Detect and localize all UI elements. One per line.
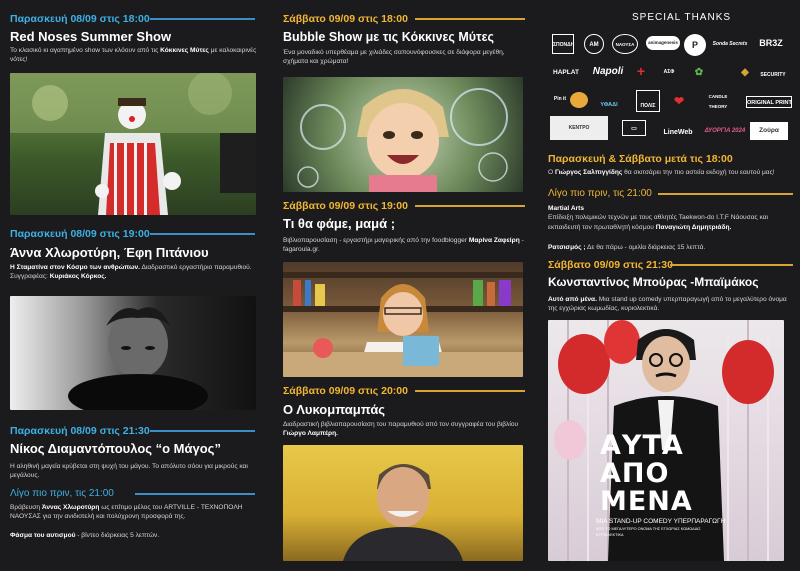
sponsor-logo: ΑΜ — [584, 34, 604, 54]
event-date: Σάββατο 09/09 στις 18:00 — [283, 13, 408, 25]
boy-photo — [10, 296, 256, 410]
sponsor-logo: Napoli — [592, 66, 624, 77]
event-date: Παρασκευή 08/09 στις 18:00 — [10, 13, 150, 25]
event-description: Η αληθινή μαγεία κρύβεται στη ψυχή του μ… — [10, 463, 248, 480]
event-description: Βιβλιοπαρουσίαση - εργαστήρι μαγειρικής … — [283, 237, 524, 254]
sponsor-logo: ΥΦΑΔΙ — [600, 102, 618, 108]
event-description: Η Σταματίνα στον Κόσμο των ανθρώπων. Δια… — [10, 264, 252, 281]
poster-title-line: ΑΠΟ — [600, 458, 670, 489]
special-thanks-heading: SPECIAL THANKS — [632, 12, 732, 23]
sponsor-logo: animagenesis — [646, 36, 680, 50]
divider — [415, 390, 525, 392]
divider — [658, 193, 793, 195]
event-date: Παρασκευή & Σάββατο μετά τις 18:00 — [548, 153, 733, 165]
sponsor-logo: ΔΥΟΡΓΙΑ 2024 — [704, 128, 746, 134]
sponsor-logo: ❤ — [673, 94, 685, 108]
poster-title-line: ΑΥΤΑ — [600, 430, 684, 461]
cooking-photo — [283, 262, 523, 377]
event-title: Ο Λυκομπαμπάς — [283, 402, 386, 417]
poster-subtitle: ΚΥΡΙΟΛΕΚΤΙΚΑ — [596, 533, 624, 537]
clown-photo — [10, 73, 256, 215]
sponsor-logo: ✿ — [694, 67, 704, 78]
event-title: Νίκος Διαμαντόπουλος “ο Μάγος” — [10, 441, 221, 456]
sponsor-logo: Pin it — [553, 96, 567, 102]
sponsor-logo: Sonda Secrets — [712, 41, 748, 47]
column-3: SPECIAL THANKS ΣΠΟΝΔΗ ΑΜ ΝΑΟΥΣΑ animagen… — [540, 0, 800, 571]
event-date: Παρασκευή 08/09 στις 19:00 — [10, 228, 150, 240]
sponsor-logo: Ρ — [684, 34, 706, 56]
event-title: Κωνσταντίνος Μπούρας -Μπαϊμάκος — [548, 275, 759, 289]
event-date: Σάββατο 09/09 στις 19:00 — [283, 200, 408, 212]
sponsor-logo: ΠΟΛΙΣ — [636, 90, 660, 112]
divider — [150, 233, 255, 235]
event-date: Παρασκευή 08/09 στις 21:30 — [10, 425, 150, 437]
event-date: Σάββατο 09/09 στις 20:00 — [283, 385, 408, 397]
divider — [415, 18, 525, 20]
sponsor-logo: SECURITY — [760, 72, 786, 78]
event-date: Λίγο πιο πριν, τις 21:00 — [10, 488, 114, 499]
sponsor-logo: ΝΑΟΥΣΑ — [612, 34, 638, 54]
divider — [135, 493, 255, 495]
event-description: Martial Arts Επίδειξη πολεμικών τεχνών μ… — [548, 205, 769, 231]
sponsor-logo: HAPLAT — [553, 69, 579, 76]
event-title: Bubble Show με τις Κόκκινες Μύτες — [283, 30, 495, 44]
event-description: Βράβευση Άννας Χλωροτύρη ως επίτιμο μέλο… — [10, 504, 243, 521]
sponsor-logo: + — [636, 63, 646, 79]
comedy-poster: ΑΥΤΑ ΑΠΟ ΜΕΝΑ ΜΙΑ STAND-UP COMEDY ΥΠΕΡΠΑ… — [548, 320, 784, 561]
divider — [415, 205, 525, 207]
column-1: Παρασκευή 08/09 στις 18:00 Red Noses Sum… — [0, 0, 268, 571]
sponsor-logo: BR3Z — [759, 38, 783, 48]
divider — [670, 264, 793, 266]
author-photo — [283, 445, 523, 561]
sponsor-logo: ◆ — [741, 67, 749, 78]
sponsor-logo: ORIGINAL PRINT — [746, 96, 792, 108]
sponsor-logo: ΚΕΝΤΡΟ — [550, 116, 608, 140]
sponsor-logo: Ζούρα — [750, 122, 788, 140]
event-date: Λίγο πιο πριν, τις 21:00 — [548, 188, 652, 199]
event-title: Red Noses Summer Show — [10, 29, 172, 44]
divider — [150, 430, 255, 432]
event-description: Ο Γιώργος Σαλπιγγίδης θα σκιτσάρει την π… — [548, 169, 775, 176]
event-description: Ένα μοναδικό υπερθέαμα με χιλιάδες σαπου… — [283, 49, 505, 66]
poster-subtitle: ΜΙΑ STAND-UP COMEDY ΥΠΕΡΠΑΡΑΓΩΓΗ — [596, 518, 726, 525]
event-description: Διαδραστική βιβλιοπαρουσίαση του παραμυθ… — [283, 421, 519, 438]
event-description: Φάσμα του αυτισμού - βίντεο διάρκειας 5 … — [10, 532, 160, 539]
sponsor-logo: ▭ — [622, 120, 646, 136]
event-description: Αυτό από μένα. Μια stand up comedy υπερπ… — [548, 296, 787, 313]
sponsor-logo — [570, 92, 588, 108]
event-date: Σάββατο 09/09 στις 21:30 — [548, 259, 673, 271]
sponsor-logo: ΑΣΦ — [663, 69, 675, 75]
poster-subtitle: ΑΠΟ ΤΟ ΜΕΓΑΛΥΤΕΡΟ ΟΝΟΜΑ ΤΗΣ ΕΓΧΩΡΙΑΣ ΚΩΜ… — [596, 527, 701, 531]
sponsor-logo: ΣΠΟΝΔΗ — [552, 34, 574, 54]
event-title: Άννα Χλωροτύρη, Έφη Πιτάνιου — [10, 245, 209, 260]
child-photo — [283, 77, 523, 192]
event-description: Ρατσισμός ; Δε θα πάρω - ομιλία διάρκεια… — [548, 244, 706, 251]
event-description: Το κλασικό κι αγαπημένο show των κλόουν … — [10, 47, 257, 64]
divider — [150, 18, 255, 20]
column-2: Σάββατο 09/09 στις 18:00 Bubble Show με … — [275, 0, 537, 571]
sponsor-logo: CANDLE THEORY — [708, 94, 728, 109]
sponsor-logo: LineWeb — [663, 129, 693, 136]
event-title: Τι θα φάμε, μαμά ; — [283, 216, 396, 231]
poster-title-line: ΜΕΝΑ — [600, 486, 693, 517]
